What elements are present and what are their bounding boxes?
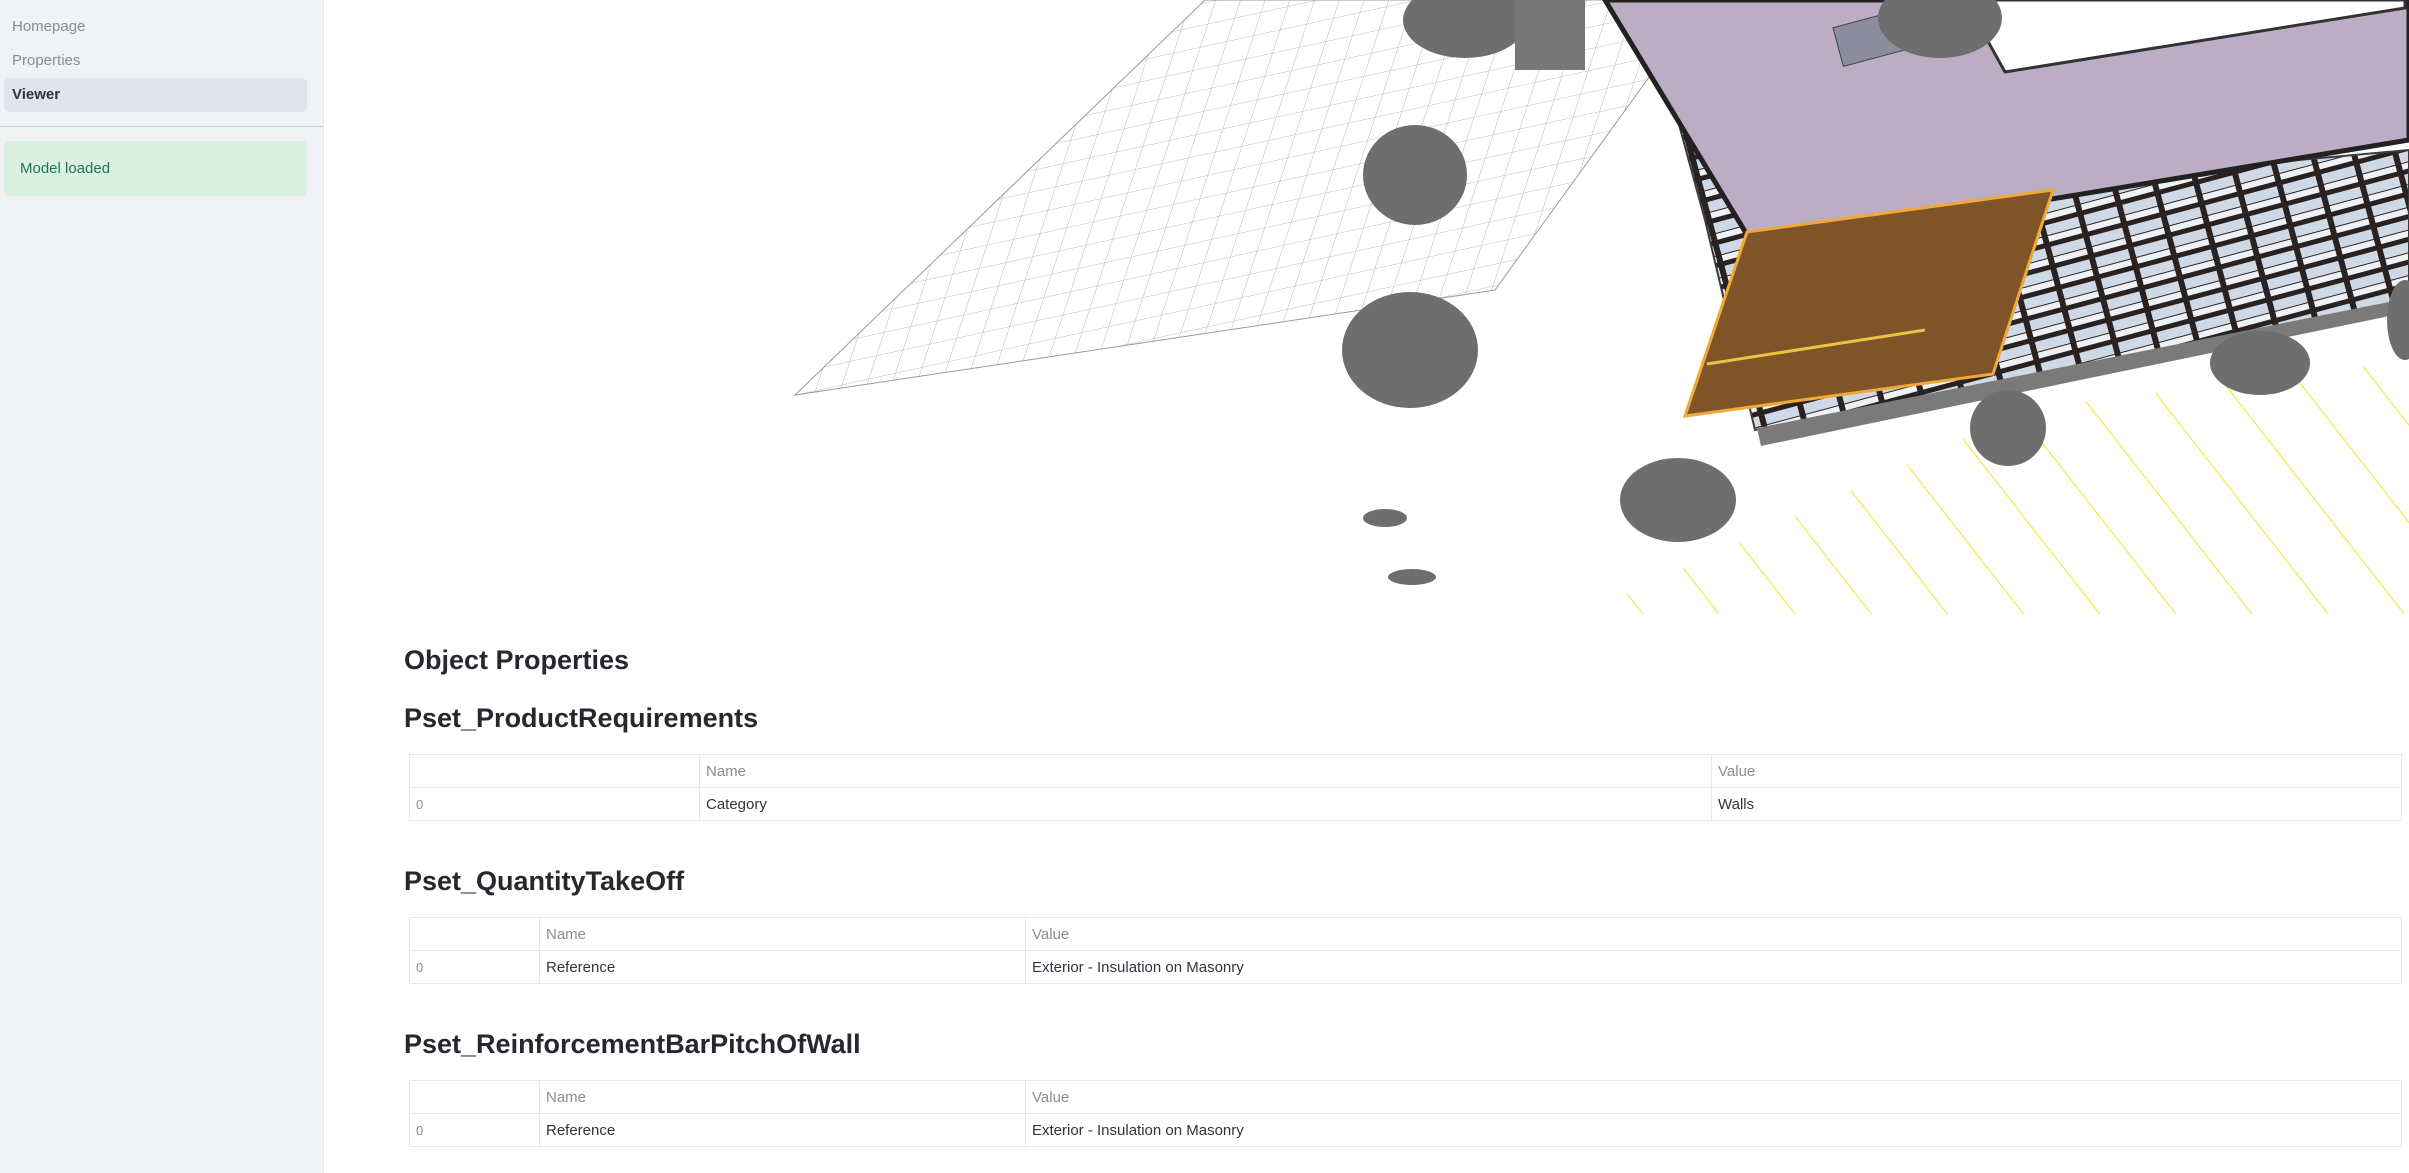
main-area: Object Properties Pset_ProductRequiremen…	[325, 0, 2409, 1173]
tree-icon	[1388, 569, 1436, 585]
table-cell-index: 0	[409, 787, 700, 821]
table-cell-value: Exterior - Insulation on Masonry	[1025, 1113, 2402, 1147]
table-header-value[interactable]: Value	[1711, 754, 2402, 788]
table-header-row: Name Value	[409, 754, 2402, 788]
tree-icon	[2210, 331, 2310, 395]
table-header-index	[409, 754, 700, 788]
object-properties: Object Properties Pset_ProductRequiremen…	[404, 640, 2402, 1147]
table-cell-index: 0	[409, 950, 540, 984]
nav-item-homepage[interactable]: Homepage	[4, 10, 307, 44]
model-viewer-canvas[interactable]	[325, 0, 2409, 614]
table-header-value[interactable]: Value	[1025, 1080, 2402, 1114]
pset-title: Pset_QuantityTakeOff	[404, 866, 685, 896]
pset-table[interactable]: Name Value 0 Reference Exterior - Insula…	[409, 1080, 2402, 1147]
sidebar-divider	[0, 126, 323, 127]
table-header-index	[409, 917, 540, 951]
table-header-value[interactable]: Value	[1025, 917, 2402, 951]
table-row[interactable]: 0 Reference Exterior - Insulation on Mas…	[409, 950, 2402, 984]
sidebar: Homepage Properties Viewer Model loaded	[0, 0, 324, 1173]
table-header-name[interactable]: Name	[539, 1080, 1026, 1114]
table-header-index	[409, 1080, 540, 1114]
status-message: Model loaded	[4, 141, 307, 196]
table-row[interactable]: 0 Reference Exterior - Insulation on Mas…	[409, 1113, 2402, 1147]
table-cell-index: 0	[409, 1113, 540, 1147]
page-title: Object Properties	[404, 645, 630, 675]
table-header-name[interactable]: Name	[699, 754, 1712, 788]
table-header-name[interactable]: Name	[539, 917, 1026, 951]
table-header-row: Name Value	[409, 917, 2402, 951]
pset-table[interactable]: Name Value 0 Category Walls	[409, 754, 2402, 821]
tree-icon	[1970, 390, 2046, 466]
pset-table[interactable]: Name Value 0 Reference Exterior - Insula…	[409, 917, 2402, 984]
nav-item-viewer[interactable]: Viewer	[4, 78, 307, 112]
table-header-row: Name Value	[409, 1080, 2402, 1114]
table-cell-value: Exterior - Insulation on Masonry	[1025, 950, 2402, 984]
tree-icon	[1620, 458, 1736, 542]
tree-icon	[1363, 509, 1407, 527]
table-cell-name: Reference	[539, 950, 1026, 984]
table-row[interactable]: 0 Category Walls	[409, 787, 2402, 821]
pset-title: Pset_ProductRequirements	[404, 703, 759, 733]
pset-title: Pset_ReinforcementBarPitchOfWall	[404, 1029, 861, 1059]
table-cell-value: Walls	[1711, 787, 2402, 821]
sidebar-nav: Homepage Properties Viewer	[0, 0, 323, 112]
model-viewer-3d[interactable]	[325, 0, 2409, 614]
tree-icon	[1363, 125, 1467, 225]
tree-icon	[1342, 292, 1478, 408]
table-cell-name: Category	[699, 787, 1712, 821]
table-cell-name: Reference	[539, 1113, 1026, 1147]
nav-item-properties[interactable]: Properties	[4, 44, 307, 78]
